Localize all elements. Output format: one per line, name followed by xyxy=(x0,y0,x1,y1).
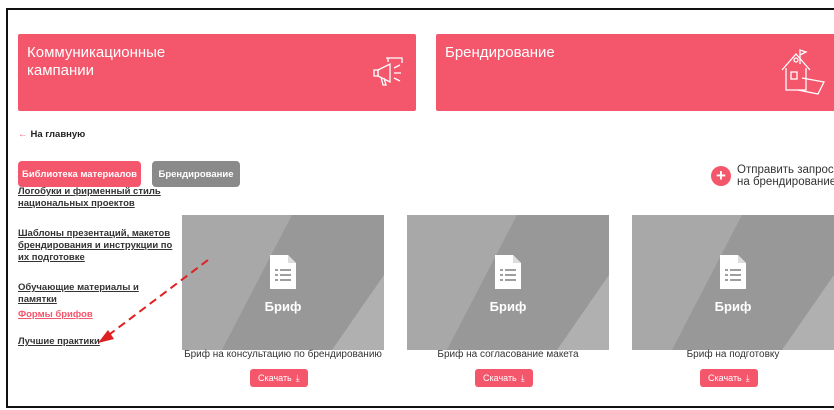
download-button[interactable]: Скачать ⤓ xyxy=(475,369,533,387)
card-thumb-label: Бриф xyxy=(264,299,302,314)
sidebar-item-best-practices[interactable]: Лучшие практики xyxy=(18,336,178,348)
send-branding-request-button[interactable]: + Отправить запрос на брендирование xyxy=(711,164,834,188)
card-title: Бриф на согласование макета xyxy=(437,349,579,360)
download-button[interactable]: Скачать ⤓ xyxy=(700,369,758,387)
send-request-label: Отправить запрос на брендирование xyxy=(737,164,834,188)
banner-communication-campaigns[interactable]: Коммуникационные кампании xyxy=(18,34,416,111)
download-label: Скачать xyxy=(708,373,742,383)
sidebar-item-training-materials[interactable]: Обучающие материалы и памятки xyxy=(18,282,178,306)
download-button[interactable]: Скачать ⤓ xyxy=(250,369,308,387)
tab-branding[interactable]: Брендирование xyxy=(152,161,240,187)
document-icon xyxy=(720,255,746,289)
banner-title: Коммуникационные кампании xyxy=(27,44,166,79)
card-thumb-label: Бриф xyxy=(489,299,527,314)
card-title: Бриф на подготовку xyxy=(686,349,780,360)
download-icon: ⤓ xyxy=(520,372,525,383)
tab-materials-library[interactable]: Библиотека материалов xyxy=(18,161,141,187)
building-flag-icon xyxy=(781,49,825,95)
megaphone-icon xyxy=(373,57,403,86)
card-title: Бриф на консультацию по брендированию xyxy=(184,349,382,360)
banner-title: Брендирование xyxy=(445,44,555,61)
download-label: Скачать xyxy=(483,373,517,383)
card-thumb-label: Бриф xyxy=(714,299,752,314)
brief-card-thumbnail[interactable]: Бриф xyxy=(632,215,834,350)
arrow-left-icon: ← xyxy=(18,129,28,140)
document-icon xyxy=(270,255,296,289)
sidebar-item-templates[interactable]: Шаблоны презентаций, макетов брендирован… xyxy=(18,228,178,264)
page-frame: Коммуникационные кампании Брендирование … xyxy=(6,8,834,408)
brief-card-thumbnail[interactable]: Бриф xyxy=(407,215,609,350)
download-icon: ⤓ xyxy=(745,372,750,383)
download-label: Скачать xyxy=(258,373,292,383)
back-link-label: На главную xyxy=(30,129,86,140)
plus-icon: + xyxy=(711,166,731,186)
back-to-home-link[interactable]: ← На главную xyxy=(18,129,85,140)
sidebar-item-logobooks[interactable]: Логобуки и фирменный стиль национальных … xyxy=(18,186,178,210)
download-icon: ⤓ xyxy=(295,372,300,383)
sidebar-item-brief-forms[interactable]: Формы брифов xyxy=(18,309,178,321)
banner-branding[interactable]: Брендирование xyxy=(436,34,834,111)
document-icon xyxy=(495,255,521,289)
brief-card-thumbnail[interactable]: Бриф xyxy=(182,215,384,350)
